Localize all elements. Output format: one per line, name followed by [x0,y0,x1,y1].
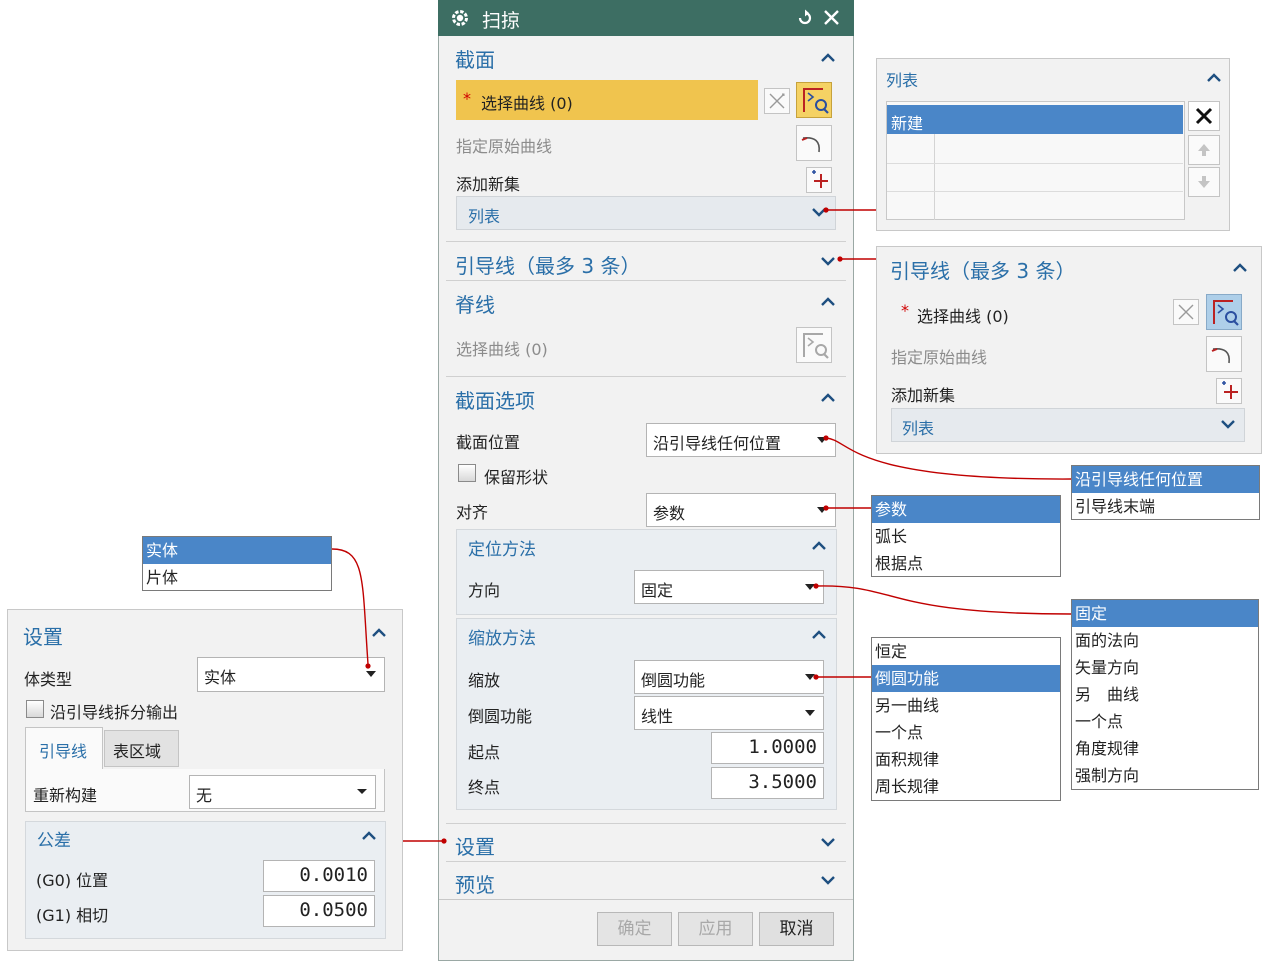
connector-direction [815,585,1072,615]
connector-position [825,437,1072,480]
connector-lines [331,207,1072,844]
connector-body-type [331,548,369,665]
